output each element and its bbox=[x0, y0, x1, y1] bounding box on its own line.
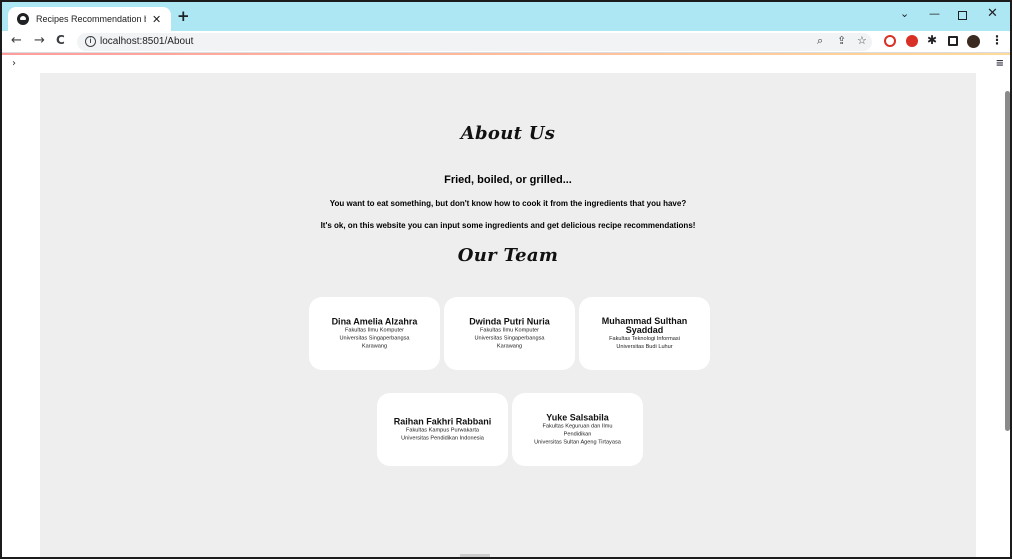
member-university: Universitas Budi Luhur bbox=[616, 343, 673, 350]
streamlit-logo-icon bbox=[17, 13, 29, 25]
info-icon[interactable]: i bbox=[85, 36, 96, 47]
tab-strip: Recipes Recommendation by Epi ✕ + ⌄ — ✕ bbox=[2, 2, 1010, 31]
about-content: About Us Fried, boiled, or grilled... Yo… bbox=[40, 73, 976, 557]
member-faculty-cont: Pendidikan bbox=[563, 431, 592, 437]
bottom-resize-handle[interactable] bbox=[460, 554, 490, 557]
member-name: Dina Amelia Alzahra bbox=[331, 316, 418, 326]
member-faculty: Fakultas Kampus Purwakarta bbox=[405, 427, 480, 433]
streamlit-app: › ≡ About Us Fried, boiled, or grilled..… bbox=[2, 55, 1010, 557]
close-icon[interactable]: ✕ bbox=[152, 14, 161, 25]
zoom-icon[interactable]: ⌕ bbox=[817, 35, 823, 46]
member-faculty: Fakultas Keguruan dan Ilmu bbox=[542, 423, 613, 429]
member-name: Dwinda Putri Nuria bbox=[469, 316, 550, 326]
tab-title: Recipes Recommendation by Epi bbox=[36, 14, 146, 24]
member-name: Muhammad Sulthan Syaddad bbox=[601, 315, 688, 335]
team-card-dwinda: Dwinda Putri Nuria Fakultas Ilmu Kompute… bbox=[444, 297, 575, 370]
member-name: Yuke Salsabila bbox=[546, 412, 609, 422]
tab-recipes[interactable]: Recipes Recommendation by Epi ✕ bbox=[8, 7, 171, 31]
intro-answer: It's ok, on this website you can input s… bbox=[320, 221, 696, 230]
star-icon[interactable]: ☆ bbox=[857, 35, 867, 46]
intro-question: You want to eat something, but don't kno… bbox=[329, 199, 687, 208]
hamburger-menu-icon[interactable]: ≡ bbox=[996, 59, 1004, 69]
share-icon[interactable]: ⇪ bbox=[837, 35, 846, 46]
arrow-left-icon[interactable]: ← bbox=[11, 34, 22, 47]
restore-button[interactable] bbox=[958, 11, 967, 20]
team-card-yuke: Yuke Salsabila Fakultas Keguruan dan Ilm… bbox=[512, 393, 643, 466]
arrow-right-icon[interactable]: → bbox=[34, 34, 45, 47]
profile-avatar-icon[interactable] bbox=[967, 35, 980, 48]
url-text[interactable]: localhost:8501/About bbox=[100, 36, 193, 47]
member-university: Universitas Pendidikan Indonesia bbox=[401, 435, 484, 441]
member-university-city: Karawang bbox=[361, 343, 388, 349]
kebab-menu-icon[interactable]: ⋮ bbox=[991, 34, 1003, 46]
puzzle-icon[interactable]: ✱ bbox=[927, 34, 939, 46]
member-name: Raihan Fakhri Rabbani bbox=[393, 416, 492, 426]
about-us-heading: About Us bbox=[460, 123, 556, 144]
extension-red-outline-icon[interactable] bbox=[884, 35, 896, 47]
address-bar[interactable]: i localhost:8501/About ⌕ ⇪ ☆ bbox=[77, 33, 872, 51]
member-university-city: Karawang bbox=[496, 343, 523, 349]
member-faculty: Fakultas Teknologi Informasi bbox=[609, 335, 680, 342]
member-university: Universitas Singaperbangsa bbox=[474, 335, 545, 341]
team-card-dina: Dina Amelia Alzahra Fakultas Ilmu Komput… bbox=[309, 297, 440, 370]
sidebar-toggle-chevron-icon[interactable]: › bbox=[12, 59, 16, 69]
window-close-button[interactable]: ✕ bbox=[987, 7, 998, 20]
member-faculty: Fakultas Ilmu Komputer bbox=[479, 327, 540, 333]
address-toolbar: ← → C i localhost:8501/About ⌕ ⇪ ☆ ✱ ⋮ bbox=[2, 31, 1010, 53]
team-card-raihan: Raihan Fakhri Rabbani Fakultas Kampus Pu… bbox=[377, 393, 508, 466]
tab-search-chevron-icon[interactable]: ⌄ bbox=[900, 8, 909, 19]
side-panel-icon[interactable] bbox=[948, 36, 958, 46]
reload-icon[interactable]: C bbox=[56, 34, 65, 46]
new-tab-button[interactable]: + bbox=[177, 9, 190, 24]
browser-window: Recipes Recommendation by Epi ✕ + ⌄ — ✕ … bbox=[0, 0, 1012, 559]
member-university: Universitas Singaperbangsa bbox=[339, 335, 410, 341]
tagline: Fried, boiled, or grilled... bbox=[444, 174, 572, 186]
minimize-button[interactable]: — bbox=[929, 8, 940, 19]
team-card-muhammad: Muhammad Sulthan Syaddad Fakultas Teknol… bbox=[579, 297, 710, 370]
our-team-heading: Our Team bbox=[457, 245, 559, 266]
member-university: Universitas Sultan Ageng Tirtayasa bbox=[534, 439, 621, 445]
extension-red-block-icon[interactable] bbox=[906, 35, 918, 47]
member-faculty: Fakultas Ilmu Komputer bbox=[344, 327, 405, 333]
page-scrollbar[interactable] bbox=[1005, 91, 1010, 431]
